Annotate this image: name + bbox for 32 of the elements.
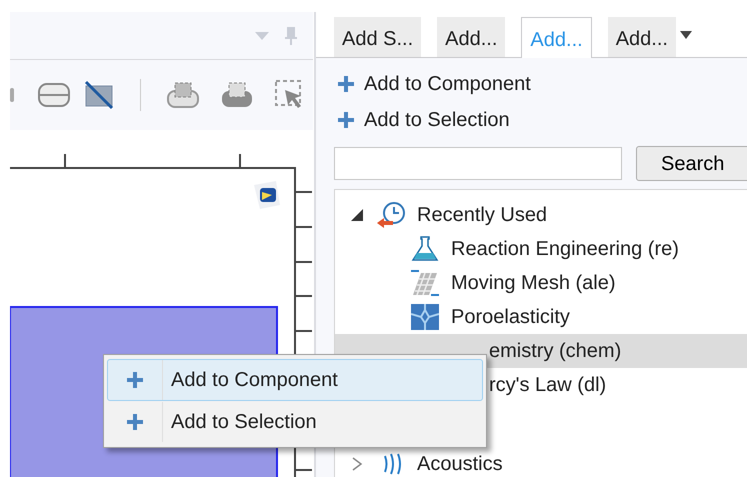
- tree-item-label[interactable]: Recently Used: [417, 200, 548, 230]
- toolbar-icon[interactable]: [10, 88, 14, 102]
- plus-icon: [338, 76, 354, 92]
- toolbar-icon[interactable]: [167, 81, 199, 109]
- waves-icon: [383, 452, 401, 474]
- menu-item[interactable]: Add to Component: [107, 359, 483, 401]
- search-field[interactable]: [334, 147, 622, 180]
- plus-icon: [127, 414, 143, 430]
- history-icon: [377, 201, 407, 229]
- tree-item[interactable]: Moving Mesh (ale): [335, 266, 747, 300]
- add-link[interactable]: Add to Selection: [338, 102, 747, 138]
- expanded-icon[interactable]: [351, 209, 363, 221]
- plus-icon: [127, 372, 143, 388]
- view-cube-icon[interactable]: [254, 181, 280, 209]
- tree-item[interactable]: Poroelasticity: [335, 300, 747, 334]
- tab[interactable]: Add...: [608, 17, 676, 57]
- menu-item[interactable]: Add to Selection: [107, 401, 483, 443]
- dropdown-icon[interactable]: [680, 31, 692, 39]
- mesh-icon: [411, 269, 439, 297]
- tree-item[interactable]: Reaction Engineering (re): [335, 232, 747, 266]
- add-link[interactable]: Add to Component: [338, 66, 747, 102]
- hide-icon[interactable]: [84, 80, 114, 110]
- search-button[interactable]: Search: [636, 146, 747, 181]
- plus-icon: [338, 112, 354, 128]
- tab[interactable]: Add S...: [334, 17, 422, 57]
- toolbar-icon[interactable]: [38, 82, 70, 108]
- collapsed-icon[interactable]: [351, 456, 363, 470]
- toolbar-icon[interactable]: [221, 81, 253, 109]
- flask-icon: [411, 236, 439, 262]
- porous-icon: [411, 304, 439, 330]
- tree-item-label[interactable]: Acoustics: [417, 448, 503, 477]
- tab[interactable]: Add...: [437, 17, 506, 57]
